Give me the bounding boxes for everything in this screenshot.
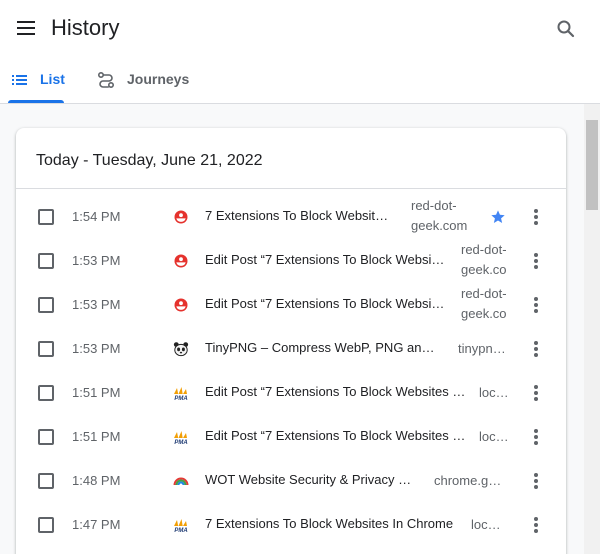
visit-time: 1:54 PM [72,209,121,224]
svg-text:PMA: PMA [174,528,187,533]
domain: localhost [479,385,510,400]
visit-time: 1:53 PM [72,341,121,356]
checkbox[interactable] [38,517,54,533]
visit-time: 1:48 PM [72,473,121,488]
svg-text:PMA: PMA [174,440,187,445]
domain: localhost [479,429,510,444]
checkbox[interactable] [38,341,54,357]
tab-journeys[interactable]: Journeys [92,60,196,103]
more-actions-icon[interactable] [528,427,544,447]
domain: red-dot-geek.com [461,242,507,277]
red-dot-icon [173,253,189,269]
checkbox[interactable] [38,429,54,445]
checkbox[interactable] [38,385,54,401]
star-icon[interactable] [490,209,506,225]
pma-icon: PMA [173,385,189,402]
more-actions-icon[interactable] [528,251,544,271]
search-icon[interactable] [553,16,579,42]
pma-icon: PMA [173,429,189,446]
visit-time: 1:51 PM [72,429,121,444]
checkbox[interactable] [38,297,54,313]
tab-bar: List Journeys [0,60,600,103]
visit-time: 1:53 PM [72,297,121,312]
tab-list[interactable]: List [8,60,65,103]
pma-icon: PMA [173,517,189,534]
more-actions-icon[interactable] [528,471,544,491]
checkbox[interactable] [38,253,54,269]
journeys-icon [96,70,116,90]
history-item[interactable]: 1:51 PM PMA Edit Post “7 Extensions To B… [16,415,566,459]
more-actions-icon[interactable] [528,383,544,403]
more-actions-icon[interactable] [528,295,544,315]
toolbar: History [0,0,600,56]
page-title-link[interactable]: Edit Post “7 Extensions To Block Website… [205,296,445,312]
list-icon [10,70,30,90]
menu-icon[interactable] [14,16,38,40]
history-content: Today - Tuesday, June 21, 2022 1:54 PM 7… [0,104,584,554]
more-actions-icon[interactable] [528,339,544,359]
checkbox[interactable] [38,209,54,225]
domain: red-dot-geek.com [411,198,468,233]
scrollbar-thumb[interactable] [586,120,598,210]
rainbow-icon [173,473,189,489]
day-title: Today - Tuesday, June 21, 2022 [36,152,263,169]
tab-label: Journeys [127,71,190,87]
page-title-link[interactable]: WOT Website Security & Privacy Protectio… [205,472,419,488]
page-title-link[interactable]: Edit Post “7 Extensions To Block Website… [205,384,467,400]
more-actions-icon[interactable] [528,207,544,227]
domain: localhost [471,517,506,532]
visit-time: 1:51 PM [72,385,121,400]
more-actions-icon[interactable] [528,515,544,535]
page-title: History [51,15,120,40]
page-title-link[interactable]: Edit Post “7 Extensions To Block Website… [205,252,445,268]
history-item[interactable]: 1:53 PM Edit Post “7 Extensions To Block… [16,239,566,283]
history-item[interactable]: 1:48 PM WOT Website Security & Privacy P… [16,459,566,503]
svg-text:PMA: PMA [174,396,187,401]
domain: chrome.google.com [434,473,508,488]
tab-label: List [40,71,65,87]
visit-time: 1:53 PM [72,253,121,268]
red-dot-icon [173,297,189,313]
history-item[interactable]: 1:53 PM Edit Post “7 Extensions To Block… [16,283,566,327]
divider [16,188,566,189]
domain: tinypng.com [458,341,506,356]
checkbox[interactable] [38,473,54,489]
history-card: Today - Tuesday, June 21, 2022 1:54 PM 7… [16,128,566,554]
visit-time: 1:47 PM [72,517,121,532]
page-title-link[interactable]: 7 Extensions To Block Websites In Chrome [205,516,455,532]
red-dot-icon [173,209,189,225]
page-title-link[interactable]: Edit Post “7 Extensions To Block Website… [205,428,467,444]
history-item[interactable]: 1:53 PM TinyPNG – Compress WebP, PNG and… [16,327,566,371]
domain: red-dot-geek.com [461,286,507,321]
history-item[interactable]: 1:54 PM 7 Extensions To Block Websites I… [16,195,566,239]
panda-icon [173,341,189,357]
page-title-link[interactable]: TinyPNG – Compress WebP, PNG and JPEG im… [205,340,441,356]
history-item[interactable]: 1:47 PM PMA 7 Extensions To Block Websit… [16,503,566,547]
page-title-link[interactable]: 7 Extensions To Block Websites In Chrome [205,208,393,224]
history-item[interactable]: 1:51 PM PMA Edit Post “7 Extensions To B… [16,371,566,415]
